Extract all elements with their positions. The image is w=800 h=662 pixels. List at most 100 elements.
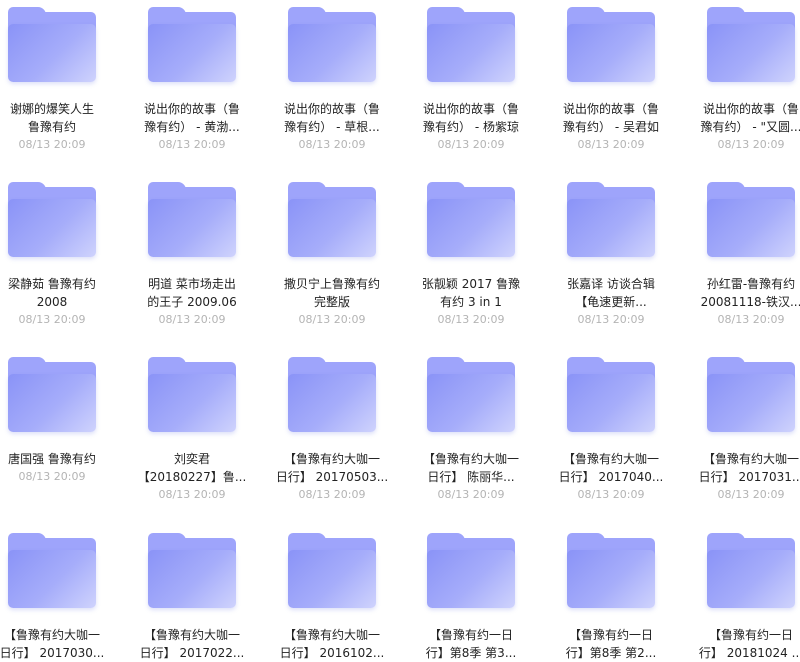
folder-name-line2: 行】 20181024 ... [698, 646, 800, 660]
folder-item[interactable]: 【鲁豫有约一日 行】第8季 第2... [546, 530, 676, 662]
folder-item[interactable]: 唐国强 鲁豫有约 08/13 20:09 [0, 354, 117, 484]
folder-name-line2: 豫有约） - 杨紫琼 [423, 120, 519, 134]
folder-name-line1: 孙红雷-鲁豫有约 [706, 277, 796, 291]
folder-name: 说出你的故事（鲁 豫有约） - 黄渤... [128, 100, 256, 136]
folder-modified-date: 08/13 20:09 [577, 138, 645, 151]
folder-icon [288, 357, 376, 432]
folder-name-line2: 完整版 [313, 295, 350, 309]
folder-icon [8, 357, 96, 432]
folder-name: 【鲁豫有约大咖一 日行】 2017040... [547, 450, 675, 486]
folder-modified-date: 08/13 20:09 [158, 138, 226, 151]
folder-modified-date: 08/13 20:09 [298, 313, 366, 326]
folder-name: 明道 菜市场走出 的王子 2009.06 [128, 275, 256, 311]
folder-name-line2: 日行】 2017022... [139, 646, 245, 660]
folder-modified-date: 08/13 20:09 [18, 313, 86, 326]
folder-name-line1: 谢娜的爆笑人生 [9, 102, 94, 116]
folder-icon [288, 7, 376, 82]
folder-item[interactable]: 刘奕君 【20180227】鲁... 08/13 20:09 [127, 354, 257, 502]
folder-name: 【鲁豫有约大咖一 日行】 2017022... [128, 626, 256, 662]
folder-item[interactable]: 【鲁豫有约大咖一 日行】 2017030... [0, 530, 117, 662]
folder-item[interactable]: 【鲁豫有约大咖一 日行】 2016102... [267, 530, 397, 662]
folder-item[interactable]: 张靓颖 2017 鲁豫 有约 3 in 1 08/13 20:09 [406, 179, 536, 327]
folder-name: 刘奕君 【20180227】鲁... [128, 450, 256, 486]
folder-item[interactable]: 【鲁豫有约一日 行】 20181024 ... [686, 530, 800, 662]
folder-name-line1: 撒贝宁上鲁豫有约 [283, 277, 380, 291]
folder-name: 【鲁豫有约一日 行】第8季 第2... [547, 626, 675, 662]
folder-name-line1: 【鲁豫有约大咖一 [283, 628, 380, 642]
folder-item[interactable]: 【鲁豫有约大咖一 日行】 20170503... 08/13 20:09 [267, 354, 397, 502]
folder-name-line2: 豫有约） - 吴君如 [563, 120, 659, 134]
folder-name-line2: 日行】 2016102... [279, 646, 385, 660]
folder-name-line1: 【鲁豫有约一日 [568, 628, 653, 642]
folder-name: 梁静茹 鲁豫有约 2008 [0, 275, 116, 311]
folder-modified-date: 08/13 20:09 [158, 313, 226, 326]
folder-icon [148, 7, 236, 82]
folder-item[interactable]: 【鲁豫有约大咖一 日行】 2017022... [127, 530, 257, 662]
folder-modified-date: 08/13 20:09 [717, 313, 785, 326]
folder-name: 说出你的故事（鲁 豫有约） - 吴君如 [547, 100, 675, 136]
folder-modified-date: 08/13 20:09 [298, 138, 366, 151]
folder-name: 【鲁豫有约一日 行】第8季 第3... [407, 626, 535, 662]
folder-icon [148, 533, 236, 608]
folder-name-line1: 张嘉译 访谈合辑 [567, 277, 655, 291]
folder-item[interactable]: 说出你的故事（鲁 豫有约） - 草根... 08/13 20:09 [267, 4, 397, 152]
folder-item[interactable]: 【鲁豫有约一日 行】第8季 第3... [406, 530, 536, 662]
folder-item[interactable]: 说出你的故事（鲁 豫有约） - 吴君如 08/13 20:09 [546, 4, 676, 152]
folder-icon [427, 182, 515, 257]
folder-name-line1: 【鲁豫有约大咖一 [3, 628, 100, 642]
folder-modified-date: 08/13 20:09 [437, 138, 505, 151]
folder-name-line2: 日行】 2017040... [558, 470, 664, 484]
folder-item[interactable]: 明道 菜市场走出 的王子 2009.06 08/13 20:09 [127, 179, 257, 327]
folder-name-line1: 说出你的故事（鲁 [143, 102, 240, 116]
folder-name: 【鲁豫有约大咖一 日行】 陈丽华... [407, 450, 535, 486]
folder-name: 唐国强 鲁豫有约 [0, 450, 116, 468]
folder-item[interactable]: 说出你的故事（鲁 豫有约） - 黄渤... 08/13 20:09 [127, 4, 257, 152]
folder-icon [427, 533, 515, 608]
folder-item[interactable]: 孙红雷-鲁豫有约 20081118-铁汉... 08/13 20:09 [686, 179, 800, 327]
folder-modified-date: 08/13 20:09 [18, 138, 86, 151]
folder-name-line1: 【鲁豫有约一日 [708, 628, 793, 642]
folder-icon [288, 533, 376, 608]
folder-item[interactable]: 【鲁豫有约大咖一 日行】 2017040... 08/13 20:09 [546, 354, 676, 502]
folder-icon [567, 182, 655, 257]
folder-icon [8, 533, 96, 608]
folder-name-line2: 日行】 2017030... [0, 646, 105, 660]
folder-item[interactable]: 说出你的故事（鲁 豫有约） - "又圆... 08/13 20:09 [686, 4, 800, 152]
folder-icon [707, 357, 795, 432]
folder-modified-date: 08/13 20:09 [437, 488, 505, 501]
folder-name-line2: 鲁豫有约 [27, 120, 76, 134]
folder-icon [707, 182, 795, 257]
folder-name-line1: 说出你的故事（鲁 [702, 102, 799, 116]
folder-modified-date: 08/13 20:09 [717, 138, 785, 151]
folder-name: 张嘉译 访谈合辑 【龟速更新... [547, 275, 675, 311]
folder-modified-date: 08/13 20:09 [158, 488, 226, 501]
folder-name-line1: 说出你的故事（鲁 [422, 102, 519, 116]
folder-icon [8, 182, 96, 257]
folder-name-line2: 有约 3 in 1 [440, 295, 502, 309]
folder-name-line2: 行】第8季 第2... [565, 646, 657, 660]
folder-name-line1: 明道 菜市场走出 [148, 277, 236, 291]
folder-name: 说出你的故事（鲁 豫有约） - 草根... [268, 100, 396, 136]
folder-name-line1: 【鲁豫有约大咖一 [422, 452, 519, 466]
folder-icon [427, 7, 515, 82]
folder-icon [8, 7, 96, 82]
folder-icon [567, 7, 655, 82]
folder-item[interactable]: 谢娜的爆笑人生 鲁豫有约 08/13 20:09 [0, 4, 117, 152]
folder-name-line2: 豫有约） - 黄渤... [144, 120, 240, 134]
folder-icon [707, 533, 795, 608]
folder-icon [148, 357, 236, 432]
folder-item[interactable]: 张嘉译 访谈合辑 【龟速更新... 08/13 20:09 [546, 179, 676, 327]
folder-item[interactable]: 说出你的故事（鲁 豫有约） - 杨紫琼 08/13 20:09 [406, 4, 536, 152]
folder-name-line1: 【鲁豫有约大咖一 [562, 452, 659, 466]
folder-item[interactable]: 【鲁豫有约大咖一 日行】 2017031... 08/13 20:09 [686, 354, 800, 502]
folder-item[interactable]: 梁静茹 鲁豫有约 2008 08/13 20:09 [0, 179, 117, 327]
folder-item[interactable]: 【鲁豫有约大咖一 日行】 陈丽华... 08/13 20:09 [406, 354, 536, 502]
folder-modified-date: 08/13 20:09 [717, 488, 785, 501]
folder-name: 孙红雷-鲁豫有约 20081118-铁汉... [687, 275, 800, 311]
folder-modified-date: 08/13 20:09 [577, 313, 645, 326]
folder-item[interactable]: 撒贝宁上鲁豫有约 完整版 08/13 20:09 [267, 179, 397, 327]
folder-grid: 谢娜的爆笑人生 鲁豫有约 08/13 20:09 说出你的故事（鲁 豫有约） - 黄渤.… [0, 0, 800, 660]
folder-name: 【鲁豫有约大咖一 日行】 2016102... [268, 626, 396, 662]
folder-modified-date: 08/13 20:09 [298, 488, 366, 501]
folder-name-line2: 【龟速更新... [575, 295, 647, 309]
